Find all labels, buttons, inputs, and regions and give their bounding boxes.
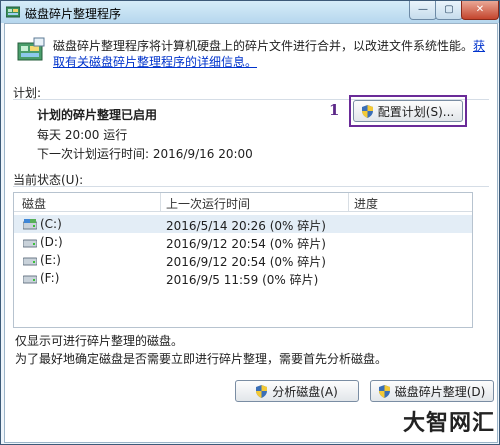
disk-last-run: 2016/9/12 20:54 (0% 碎片) bbox=[166, 237, 326, 251]
analyze-disk-label: 分析磁盘(A) bbox=[272, 384, 338, 399]
watermark-text: 大智网汇 bbox=[403, 411, 496, 436]
defrag-window: 磁盘碎片整理程序 — ▢ ✕ 磁盘碎片整理程序将计算机硬盘上的碎片文件进行合并，… bbox=[0, 0, 500, 445]
window-title: 磁盘碎片整理程序 bbox=[25, 7, 122, 21]
hard-drive-icon bbox=[23, 257, 37, 266]
uac-shield-icon bbox=[256, 384, 268, 398]
intro-text: 磁盘碎片整理程序将计算机硬盘上的碎片文件进行合并，以改进文件系统性能。 bbox=[53, 39, 474, 53]
defrag-app-icon bbox=[6, 6, 20, 18]
defragment-disk-button[interactable]: 磁盘碎片整理(D) bbox=[370, 380, 494, 402]
annotation-number: 1 bbox=[329, 101, 340, 119]
hard-drive-icon bbox=[23, 275, 37, 284]
close-button[interactable]: ✕ bbox=[461, 1, 499, 20]
column-header-disk[interactable]: 磁盘 bbox=[22, 195, 46, 212]
maximize-button[interactable]: ▢ bbox=[435, 1, 463, 20]
disk-list-header: 磁盘 上一次运行时间 进度 bbox=[14, 193, 472, 212]
disk-last-run: 2016/5/14 20:26 (0% 碎片) bbox=[166, 219, 326, 233]
configure-schedule-label: 配置计划(S)... bbox=[377, 104, 455, 119]
system-drive-icon bbox=[23, 219, 37, 230]
defrag-icon bbox=[17, 37, 45, 61]
schedule-status: 计划的碎片整理已启用 bbox=[37, 108, 158, 122]
schedule-next-run: 下一次计划运行时间: 2016/9/16 20:00 bbox=[37, 147, 253, 161]
disk-row[interactable]: (C:) 2016/5/14 20:26 (0% 碎片) bbox=[14, 215, 472, 233]
uac-shield-icon bbox=[361, 104, 373, 118]
disk-name: (F:) bbox=[40, 271, 60, 285]
column-separator[interactable] bbox=[348, 193, 349, 211]
content-panel: 磁盘碎片整理程序将计算机硬盘上的碎片文件进行合并，以改进文件系统性能。获取有关磁… bbox=[4, 23, 498, 443]
disk-row[interactable]: (E:) 2016/9/12 20:54 (0% 碎片) bbox=[14, 251, 472, 269]
disk-row[interactable]: (F:) 2016/9/5 11:59 (0% 碎片) bbox=[14, 269, 472, 287]
status-divider bbox=[13, 186, 489, 187]
disk-last-run: 2016/9/5 11:59 (0% 碎片) bbox=[166, 273, 319, 287]
column-header-progress[interactable]: 进度 bbox=[354, 195, 378, 212]
schedule-frequency: 每天 20:00 运行 bbox=[37, 128, 128, 142]
disk-last-run: 2016/9/12 20:54 (0% 碎片) bbox=[166, 255, 326, 269]
defragment-disk-label: 磁盘碎片整理(D) bbox=[394, 384, 486, 399]
title-bar[interactable]: 磁盘碎片整理程序 — ▢ ✕ bbox=[1, 1, 499, 23]
disk-list[interactable]: 磁盘 上一次运行时间 进度 (C:) 2016/5/14 20:26 (0% 碎… bbox=[13, 192, 473, 328]
uac-shield-icon bbox=[378, 384, 390, 398]
footer-note-1: 仅显示可进行碎片整理的磁盘。 bbox=[15, 334, 184, 348]
minimize-button[interactable]: — bbox=[409, 1, 437, 20]
analyze-disk-button[interactable]: 分析磁盘(A) bbox=[235, 380, 359, 402]
footer-note-2: 为了最好地确定磁盘是否需要立即进行碎片整理，需要首先分析磁盘。 bbox=[15, 352, 388, 366]
column-header-last-run[interactable]: 上一次运行时间 bbox=[166, 195, 250, 212]
disk-name: (C:) bbox=[40, 217, 62, 231]
hard-drive-icon bbox=[23, 239, 37, 248]
disk-row[interactable]: (D:) 2016/9/12 20:54 (0% 碎片) bbox=[14, 233, 472, 251]
configure-schedule-button[interactable]: 配置计划(S)... bbox=[353, 100, 463, 122]
disk-name: (D:) bbox=[40, 235, 63, 249]
disk-name: (E:) bbox=[40, 253, 61, 267]
intro-description: 磁盘碎片整理程序将计算机硬盘上的碎片文件进行合并，以改进文件系统性能。获取有关磁… bbox=[53, 38, 489, 70]
column-separator[interactable] bbox=[160, 193, 161, 211]
